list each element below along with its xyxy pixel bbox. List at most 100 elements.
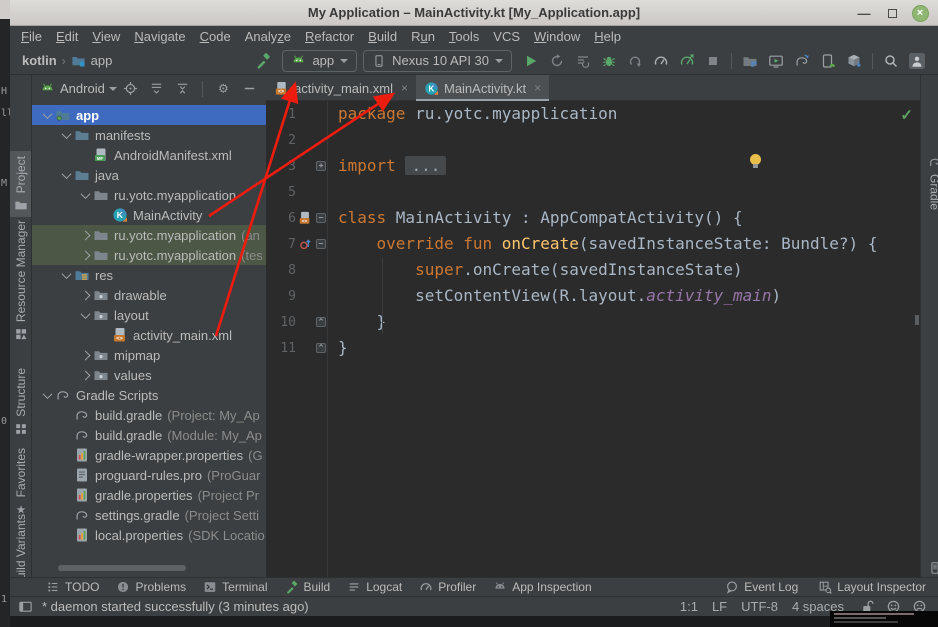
menu-tools[interactable]: Tools xyxy=(442,29,486,44)
tree-item-build-gradle[interactable]: build.gradle(Module: My_Ap xyxy=(32,425,266,445)
toolwindow-tab-gradle[interactable]: Gradle xyxy=(921,155,938,210)
tree-item-proguard-rules-pro[interactable]: proguard-rules.pro(ProGuar xyxy=(32,465,266,485)
close-tab-icon[interactable]: × xyxy=(534,81,541,95)
code-editor[interactable]: 1 package ru.yotc.myapplication 2 3 +imp… xyxy=(266,101,920,577)
toolwindow-button-problems[interactable]: Problems xyxy=(116,580,186,594)
tree-item-ru-yotc-myapplication[interactable]: ru.yotc.myapplication(tes xyxy=(32,245,266,265)
tree-item-local-properties[interactable]: local.properties(SDK Locatio xyxy=(32,525,266,545)
tree-toggle-icon[interactable] xyxy=(59,132,74,139)
fold-marker-icon[interactable]: ^ xyxy=(316,343,326,353)
tab-mainactivity-kt[interactable]: KMainActivity.kt × xyxy=(416,75,549,101)
tree-item-drawable[interactable]: drawable xyxy=(32,285,266,305)
menu-edit[interactable]: Edit xyxy=(49,29,85,44)
run-button[interactable] xyxy=(518,49,544,73)
menu-run[interactable]: Run xyxy=(404,29,442,44)
sdk-manager-button[interactable] xyxy=(841,49,867,73)
tab-activity-main-xml[interactable]: <>activity_main.xml × xyxy=(266,75,416,101)
menu-navigate[interactable]: Navigate xyxy=(127,29,192,44)
breadcrumb-module[interactable]: kotlin xyxy=(22,53,57,68)
fold-marker-icon[interactable]: + xyxy=(316,161,326,171)
toolwindow-tab-structure[interactable]: Structure xyxy=(10,363,31,441)
tree-toggle-icon[interactable] xyxy=(78,192,93,199)
collapse-all-button[interactable] xyxy=(171,77,193,101)
menu-window[interactable]: Window xyxy=(527,29,587,44)
tree-toggle-icon[interactable] xyxy=(78,312,93,319)
tree-item-ru-yotc-myapplication[interactable]: ru.yotc.myapplication xyxy=(32,185,266,205)
tree-item-mainactivity[interactable]: KMainActivity xyxy=(32,205,266,225)
tree-item-mipmap[interactable]: mipmap xyxy=(32,345,266,365)
apply-changes-button[interactable] xyxy=(544,49,570,73)
tree-toggle-icon[interactable] xyxy=(59,172,74,179)
fold-marker-icon[interactable]: − xyxy=(316,239,326,249)
gradle-sync-button[interactable] xyxy=(789,49,815,73)
device-file-explorer-button[interactable] xyxy=(737,49,763,73)
menu-file[interactable]: File xyxy=(14,29,49,44)
build-project-button[interactable] xyxy=(250,49,276,73)
menu-analyze[interactable]: Analyze xyxy=(238,29,298,44)
tree-item-gradle-scripts[interactable]: Gradle Scripts xyxy=(32,385,266,405)
toolwindow-button-build[interactable]: Build xyxy=(285,580,331,594)
device-manager-button[interactable] xyxy=(815,49,841,73)
tree-item-java[interactable]: java xyxy=(32,165,266,185)
close-tab-icon[interactable]: × xyxy=(401,81,408,95)
run-configuration-select[interactable]: app xyxy=(282,50,357,72)
chevron-down-icon[interactable] xyxy=(109,87,117,91)
tree-toggle-icon[interactable] xyxy=(78,232,93,239)
caret-position-widget[interactable]: 1:1 xyxy=(680,599,698,614)
search-button[interactable] xyxy=(878,49,904,73)
settings-button[interactable]: ⚙ xyxy=(212,77,234,101)
toolwindow-button-event-log[interactable]: Event Log xyxy=(725,580,798,594)
profile-button[interactable] xyxy=(648,49,674,73)
horizontal-scrollbar[interactable] xyxy=(58,565,186,571)
stop-button[interactable] xyxy=(700,49,726,73)
restore-button[interactable] xyxy=(882,0,902,26)
hide-button[interactable] xyxy=(238,77,260,101)
project-view-selector[interactable]: Android xyxy=(60,81,105,96)
menu-help[interactable]: Help xyxy=(587,29,628,44)
tree-item-gradle-wrapper-properties[interactable]: gradle-wrapper.properties(G xyxy=(32,445,266,465)
tree-item-androidmanifest-xml[interactable]: MFAndroidManifest.xml xyxy=(32,145,266,165)
toolwindow-tab-resource-manager[interactable]: Resource Manager xyxy=(10,215,31,346)
tree-toggle-icon[interactable] xyxy=(40,392,55,399)
tree-toggle-icon[interactable] xyxy=(78,372,93,379)
running-devices-button[interactable] xyxy=(763,49,789,73)
tree-item-values[interactable]: values xyxy=(32,365,266,385)
breadcrumb-item[interactable]: app xyxy=(91,53,113,68)
menu-view[interactable]: View xyxy=(85,29,127,44)
profile-low-overhead-button[interactable] xyxy=(674,49,700,73)
tree-item-activity-main-xml[interactable]: <>activity_main.xml xyxy=(32,325,266,345)
folded-region[interactable]: ... xyxy=(405,156,446,175)
apply-code-changes-button[interactable] xyxy=(570,49,596,73)
avatar-button[interactable] xyxy=(904,49,930,73)
toolwindow-button-logcat[interactable]: Logcat xyxy=(347,580,402,594)
line-ending-widget[interactable]: LF xyxy=(712,599,727,614)
tree-item-manifests[interactable]: manifests xyxy=(32,125,266,145)
toolwindow-button-app-inspection[interactable]: App Inspection xyxy=(493,580,591,594)
intention-bulb-icon[interactable] xyxy=(750,154,761,165)
tree-toggle-icon[interactable] xyxy=(78,252,93,259)
tree-toggle-icon[interactable] xyxy=(78,292,93,299)
toolwindow-button-layout-inspector[interactable]: Layout Inspector xyxy=(818,580,926,594)
toolwindow-tab-project[interactable]: Project xyxy=(10,151,31,217)
minimize-button[interactable]: — xyxy=(854,0,874,26)
expand-all-button[interactable] xyxy=(145,77,167,101)
locate-button[interactable] xyxy=(119,77,141,101)
tree-item-settings-gradle[interactable]: settings.gradle(Project Setti xyxy=(32,505,266,525)
tree-item-app[interactable]: app xyxy=(32,105,266,125)
tree-toggle-icon[interactable] xyxy=(40,112,55,119)
debug-button[interactable] xyxy=(596,49,622,73)
tree-toggle-icon[interactable] xyxy=(78,352,93,359)
menu-refactor[interactable]: Refactor xyxy=(298,29,361,44)
tree-item-ru-yotc-myapplication[interactable]: ru.yotc.myapplication(an xyxy=(32,225,266,245)
menu-vcs[interactable]: VCS xyxy=(486,29,527,44)
toolwindow-button-profiler[interactable]: Profiler xyxy=(419,580,476,594)
menu-build[interactable]: Build xyxy=(361,29,404,44)
tree-toggle-icon[interactable] xyxy=(59,272,74,279)
tree-item-layout[interactable]: layout xyxy=(32,305,266,325)
menu-code[interactable]: Code xyxy=(193,29,238,44)
inspection-status-icon[interactable]: ✓ xyxy=(900,106,913,124)
toolwindow-button-todo[interactable]: TODO xyxy=(46,580,99,594)
attach-debugger-button[interactable] xyxy=(622,49,648,73)
encoding-widget[interactable]: UTF-8 xyxy=(741,599,778,614)
tree-item-gradle-properties[interactable]: gradle.properties(Project Pr xyxy=(32,485,266,505)
